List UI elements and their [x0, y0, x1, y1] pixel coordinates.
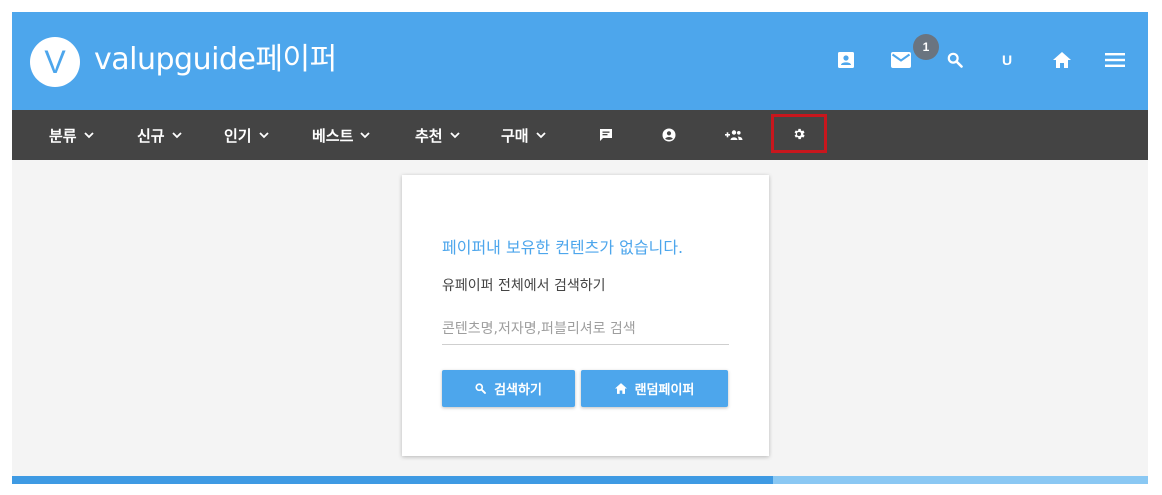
contact-icon[interactable] [836, 48, 856, 72]
nav-item-label: 분류 [49, 126, 77, 145]
nav-item-category[interactable]: 분류 [49, 110, 94, 160]
account-icon[interactable] [659, 110, 679, 160]
settings-highlight[interactable] [771, 114, 827, 153]
nav-item-best[interactable]: 베스트 [312, 110, 371, 160]
header-bar: V valupguide페이퍼 1 U [12, 12, 1148, 110]
chevron-down-icon [171, 131, 182, 138]
nav-item-popular[interactable]: 인기 [224, 110, 269, 160]
nav-item-label: 구매 [501, 126, 529, 145]
search-input[interactable] [442, 313, 729, 345]
message-icon[interactable] [596, 110, 616, 160]
user-initial[interactable]: U [997, 48, 1017, 72]
site-title[interactable]: valupguide페이퍼 [94, 38, 337, 82]
empty-content-card: 페이퍼내 보유한 컨텐츠가 없습니다. 유페이퍼 전체에서 검색하기 검색하기 … [402, 175, 769, 456]
category-nav: 분류 신규 인기 베스트 추천 구매 [12, 110, 1148, 160]
nav-item-label: 추천 [415, 126, 443, 145]
logo[interactable]: V [30, 37, 80, 87]
loading-progress-fill [12, 476, 774, 484]
search-button-label: 검색하기 [494, 383, 542, 398]
search-all-label: 유페이퍼 전체에서 검색하기 [442, 278, 606, 294]
group-add-icon[interactable] [723, 110, 745, 160]
app-frame: V valupguide페이퍼 1 U 분류 신규 인기 베스트 추천 구매 페… [12, 12, 1148, 484]
menu-icon[interactable] [1103, 48, 1127, 72]
random-button-label: 랜덤페이퍼 [634, 383, 695, 398]
search-button[interactable]: 검색하기 [442, 370, 575, 407]
random-paper-button[interactable]: 랜덤페이퍼 [581, 370, 728, 407]
nav-item-purchase[interactable]: 구매 [501, 110, 546, 160]
chevron-down-icon [535, 131, 546, 138]
nav-item-label: 베스트 [312, 126, 354, 145]
nav-item-recommended[interactable]: 추천 [415, 110, 460, 160]
nav-item-label: 신규 [137, 126, 165, 145]
mail-icon[interactable] [890, 48, 912, 72]
nav-item-new[interactable]: 신규 [137, 110, 182, 160]
chevron-down-icon [449, 131, 460, 138]
chevron-down-icon [258, 131, 269, 138]
chevron-down-icon [83, 131, 94, 138]
loading-progress-bar [12, 476, 1148, 484]
nav-item-label: 인기 [224, 126, 252, 145]
gear-icon[interactable] [792, 127, 806, 141]
chevron-down-icon [360, 131, 371, 138]
mail-count-badge: 1 [913, 34, 939, 60]
home-icon [614, 383, 627, 394]
search-icon[interactable] [945, 48, 965, 72]
empty-message: 페이퍼내 보유한 컨텐츠가 없습니다. [442, 238, 684, 257]
home-icon[interactable] [1051, 48, 1073, 72]
search-icon [475, 383, 487, 394]
